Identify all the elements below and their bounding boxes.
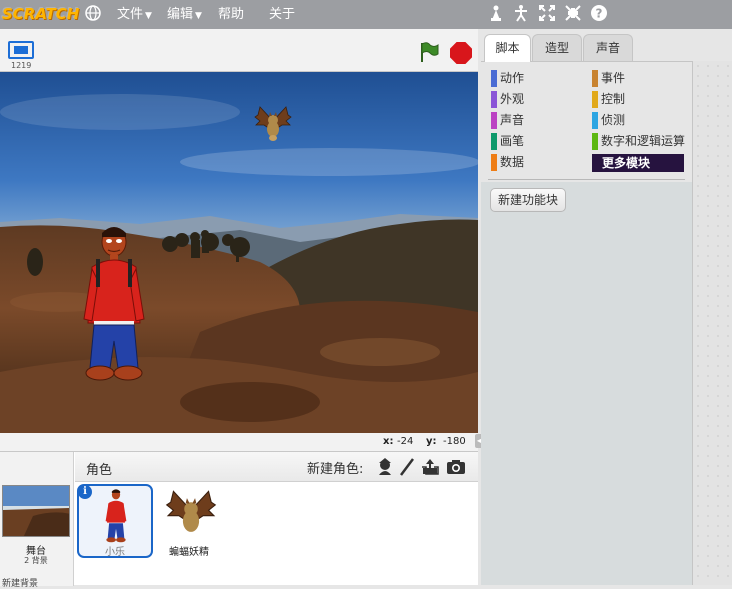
category-control[interactable]: 控制 bbox=[592, 90, 625, 108]
new-sprite-label: 新建角色: bbox=[307, 462, 364, 477]
category-operators[interactable]: 数字和逻辑运算 bbox=[592, 132, 685, 150]
category-label: 动作 bbox=[500, 71, 525, 85]
y-value: -180 bbox=[443, 436, 466, 447]
category-color-swatch bbox=[491, 133, 497, 150]
scratch-logo[interactable]: SCRATCH bbox=[2, 3, 79, 25]
category-color-swatch bbox=[592, 133, 598, 150]
grow-icon[interactable] bbox=[537, 4, 557, 24]
menu-about[interactable]: 关于 bbox=[269, 0, 295, 29]
menu-help[interactable]: 帮助 bbox=[218, 0, 244, 29]
x-label: x: bbox=[383, 436, 394, 447]
camera-icon[interactable] bbox=[446, 457, 466, 477]
mouse-coordinates: x: -24 y: -180 bbox=[0, 433, 478, 451]
caret-down-icon: ▼ bbox=[145, 11, 152, 21]
caret-down-icon: ▼ bbox=[195, 11, 202, 21]
category-motion[interactable]: 动作 bbox=[491, 69, 524, 87]
category-color-swatch bbox=[592, 112, 598, 129]
category-looks[interactable]: 外观 bbox=[491, 90, 524, 108]
sprite-pane: 舞台 2 背景 新建背景 角色 新建角色: 小乐 i 蝙蝠妖精 bbox=[0, 451, 478, 589]
tab-sounds[interactable]: 声音 bbox=[583, 34, 633, 61]
menu-bar: SCRATCH 文件 ▼ 编辑 ▼ 帮助 关于 ? bbox=[0, 0, 732, 29]
bat-thumbnail bbox=[165, 490, 217, 532]
green-flag-icon[interactable] bbox=[418, 41, 440, 63]
category-label: 数据 bbox=[500, 155, 525, 169]
category-sound[interactable]: 声音 bbox=[491, 111, 524, 129]
category-label: 数字和逻辑运算 bbox=[601, 134, 686, 148]
category-sensing[interactable]: 侦测 bbox=[592, 111, 625, 129]
help-icon[interactable]: ? bbox=[589, 4, 609, 24]
sprite-name: 蝙蝠妖精 bbox=[169, 547, 209, 558]
category-label: 事件 bbox=[601, 71, 626, 85]
make-a-block-button[interactable]: 新建功能块 bbox=[490, 188, 566, 212]
category-color-swatch bbox=[592, 70, 598, 87]
category-label: 外观 bbox=[500, 92, 525, 106]
svg-text:?: ? bbox=[596, 7, 603, 21]
category-selector: 动作 事件 外观 控制 声音 侦测 画笔 数字和逻辑运算 数据 更多模块 bbox=[481, 62, 692, 182]
stage-backdrop bbox=[0, 72, 478, 433]
paint-brush-icon[interactable] bbox=[397, 457, 417, 477]
presentation-mode-icon[interactable] bbox=[8, 41, 34, 59]
category-data[interactable]: 数据 bbox=[491, 153, 524, 171]
stage-thumbnail[interactable] bbox=[2, 485, 70, 537]
sprite-library-icon[interactable] bbox=[375, 457, 395, 477]
tab-scripts[interactable]: 脚本 bbox=[484, 34, 531, 62]
boy-sprite-on-stage[interactable] bbox=[78, 223, 150, 385]
duplicate-icon[interactable] bbox=[486, 4, 506, 24]
palette-divider bbox=[488, 179, 685, 180]
boy-thumbnail bbox=[105, 489, 127, 543]
category-more-blocks[interactable]: 更多模块 bbox=[592, 154, 684, 172]
new-backdrop-label: 新建背景 bbox=[2, 579, 39, 589]
shrink-icon[interactable] bbox=[563, 4, 583, 24]
category-label: 控制 bbox=[601, 92, 626, 106]
stage-header: 1219 bbox=[0, 29, 478, 72]
block-palette: 动作 事件 外观 控制 声音 侦测 画笔 数字和逻辑运算 数据 更多模块 新建功… bbox=[481, 61, 692, 585]
category-label: 声音 bbox=[500, 113, 525, 127]
category-label: 更多模块 bbox=[602, 156, 651, 170]
cut-icon[interactable] bbox=[511, 4, 531, 24]
menu-file-label: 文件 bbox=[117, 7, 144, 22]
category-color-swatch bbox=[491, 154, 497, 171]
info-icon[interactable]: i bbox=[78, 485, 92, 499]
category-color-swatch bbox=[491, 91, 497, 108]
category-label: 画笔 bbox=[500, 134, 525, 148]
upload-icon[interactable] bbox=[420, 457, 440, 477]
stage-selector[interactable]: 舞台 2 背景 新建背景 bbox=[0, 452, 74, 589]
tab-costumes[interactable]: 造型 bbox=[532, 34, 582, 61]
sprite-tile-bat[interactable]: 蝙蝠妖精 bbox=[153, 484, 229, 558]
category-pen[interactable]: 画笔 bbox=[491, 132, 524, 150]
x-value: -24 bbox=[397, 436, 414, 447]
category-color-swatch bbox=[491, 70, 497, 87]
menu-file[interactable]: 文件 ▼ bbox=[117, 0, 152, 29]
globe-icon[interactable] bbox=[83, 4, 103, 24]
stage-canvas[interactable] bbox=[0, 72, 478, 433]
version-label: 1219 bbox=[11, 61, 32, 70]
sprites-title: 角色 bbox=[86, 463, 113, 478]
scripts-panel: 脚本 造型 声音 动作 事件 外观 控制 声音 侦测 画笔 数字和逻辑运算 数据… bbox=[481, 29, 732, 585]
category-color-swatch bbox=[592, 91, 598, 108]
menu-edit[interactable]: 编辑 ▼ bbox=[167, 0, 202, 29]
backdrop-count: 2 背景 bbox=[24, 556, 48, 565]
menu-edit-label: 编辑 bbox=[167, 7, 194, 22]
category-label: 侦测 bbox=[601, 113, 626, 127]
category-events[interactable]: 事件 bbox=[592, 69, 625, 87]
category-color-swatch bbox=[491, 112, 497, 129]
sprites-header: 角色 新建角色: bbox=[75, 452, 478, 482]
script-area[interactable] bbox=[692, 61, 732, 585]
sprite-name: 小乐 bbox=[105, 547, 125, 558]
y-label: y: bbox=[426, 436, 437, 447]
bat-sprite-on-stage[interactable] bbox=[254, 103, 292, 143]
